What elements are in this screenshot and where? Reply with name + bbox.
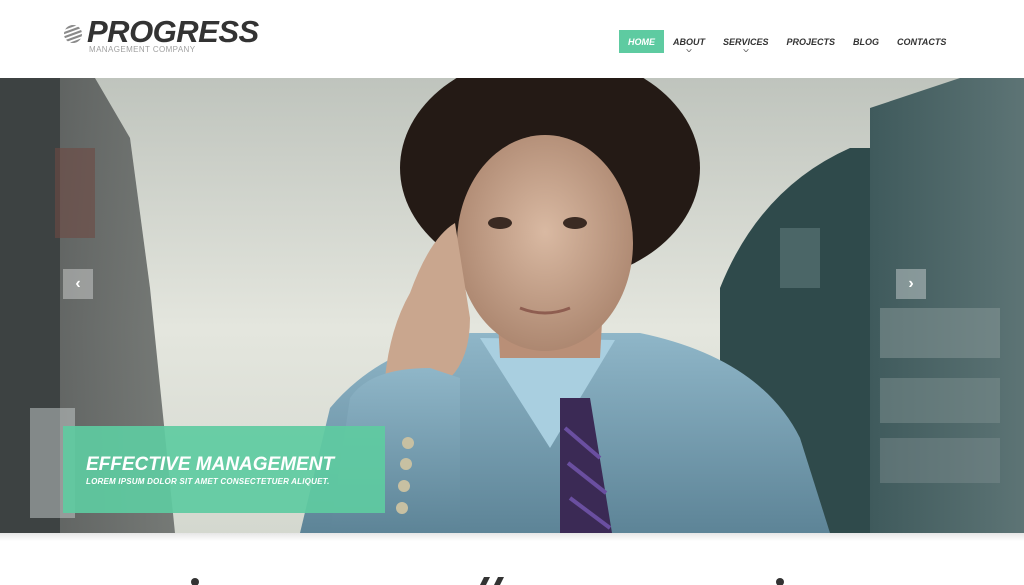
nav-item-label: SERVICES	[723, 36, 769, 47]
hero-slider: ‹ › EFFECTIVE MANAGEMENT LOREM IPSUM DOL…	[0, 78, 1024, 533]
quote-icon	[480, 577, 504, 585]
striped-sphere-icon	[64, 25, 82, 43]
caption-title: EFFECTIVE MANAGEMENT	[86, 454, 335, 475]
nav-item-label: BLOG	[853, 36, 880, 47]
slide-caption: EFFECTIVE MANAGEMENT LOREM IPSUM DOLOR S…	[63, 426, 385, 513]
site-header: PROGRESS MANAGEMENT COMPANY HOME ABOUT S…	[0, 0, 1024, 78]
nav-item-label: ABOUT	[673, 36, 705, 47]
nav-item-services[interactable]: SERVICES	[714, 30, 778, 53]
chevron-down-icon	[743, 49, 749, 52]
nav-item-label: CONTACTS	[897, 36, 947, 47]
nav-item-label: HOME	[628, 36, 655, 47]
caption-text: LOREM IPSUM DOLOR SIT AMET CONSECTETUER …	[86, 477, 330, 486]
nav-item-home[interactable]: HOME	[619, 30, 664, 53]
chevron-left-icon: ‹	[75, 275, 81, 292]
chevron-down-icon	[686, 49, 692, 52]
nav-item-projects[interactable]: PROJECTS	[778, 30, 845, 53]
slider-next-button[interactable]: ›	[896, 269, 926, 299]
section-divider	[0, 533, 1024, 541]
chevron-right-icon: ›	[908, 275, 914, 292]
slider-prev-button[interactable]: ‹	[63, 269, 93, 299]
main-nav: HOME ABOUT SERVICES PROJECTS BLOG CONTAC…	[619, 30, 955, 54]
nav-item-blog[interactable]: BLOG	[844, 30, 888, 53]
info-icon	[776, 578, 784, 585]
nav-item-label: PROJECTS	[786, 36, 836, 47]
nav-item-about[interactable]: ABOUT	[664, 30, 714, 53]
brand-tagline: MANAGEMENT COMPANY	[89, 45, 196, 54]
person-icon	[191, 578, 199, 585]
nav-item-contacts[interactable]: CONTACTS	[888, 30, 955, 53]
